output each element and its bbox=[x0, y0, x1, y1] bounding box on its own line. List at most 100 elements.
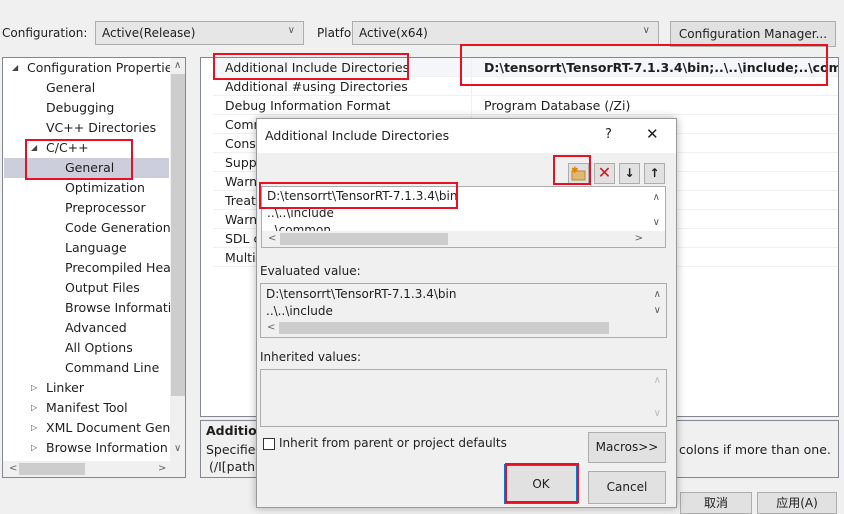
horizontal-scrollbar[interactable]: < > bbox=[3, 461, 185, 477]
property-value[interactable] bbox=[471, 77, 838, 96]
scroll-right-icon: > bbox=[634, 233, 643, 244]
property-value[interactable]: D:\tensorrt\TensorRT-7.1.3.4\bin;..\..\i… bbox=[471, 58, 838, 77]
chevron-down-icon: ∨ bbox=[287, 25, 295, 36]
tree-item[interactable]: Manifest Tool bbox=[46, 398, 128, 418]
tree-item[interactable]: Precompiled Headers bbox=[65, 258, 185, 278]
property-name: Additional Include Directories bbox=[225, 60, 410, 75]
collapsed-arrow-icon[interactable]: ▷ bbox=[31, 403, 37, 412]
tree-item[interactable]: Command Line bbox=[65, 358, 159, 378]
tree-item[interactable]: All Options bbox=[65, 338, 133, 358]
scroll-down-icon[interactable]: ∨ bbox=[174, 443, 181, 454]
inherit-checkbox-label[interactable]: Inherit from parent or project defaults bbox=[279, 436, 507, 450]
scroll-thumb[interactable] bbox=[171, 74, 185, 396]
scroll-up-icon[interactable]: ∧ bbox=[174, 60, 181, 71]
tree-item[interactable]: Configuration Properties bbox=[27, 58, 179, 78]
macros-button[interactable]: Macros>> bbox=[588, 432, 666, 463]
list-item[interactable]: ..\..\include bbox=[267, 206, 334, 220]
scroll-thumb[interactable] bbox=[279, 322, 609, 334]
inherited-box: ∧ ∨ bbox=[260, 369, 667, 427]
tree-item[interactable]: Linker bbox=[46, 378, 84, 398]
delete-x-icon: ✕ bbox=[597, 163, 612, 182]
scroll-left-icon: < bbox=[267, 322, 276, 333]
collapsed-arrow-icon[interactable]: ▷ bbox=[31, 443, 37, 452]
description-switch: (/I[path] bbox=[209, 459, 260, 474]
delete-line-button[interactable]: ✕ bbox=[594, 163, 615, 184]
property-name: Supp bbox=[225, 155, 257, 170]
dialog-title-bar: Additional Include Directories ? ✕ bbox=[257, 119, 676, 153]
property-row[interactable]: Additional Include Directories D:\tensorr… bbox=[213, 58, 838, 77]
list-item[interactable]: D:\tensorrt\TensorRT-7.1.3.4\bin bbox=[267, 189, 457, 203]
help-icon[interactable]: ? bbox=[605, 127, 612, 142]
property-name: Multi- bbox=[225, 250, 261, 265]
tree-item[interactable]: General bbox=[46, 78, 95, 98]
svg-text:✱: ✱ bbox=[571, 166, 579, 176]
evaluated-line: ..\..\include bbox=[266, 304, 333, 318]
scroll-down-icon[interactable]: ∨ bbox=[654, 305, 661, 316]
collapsed-arrow-icon[interactable]: ▷ bbox=[31, 423, 37, 432]
cancel-button[interactable]: Cancel bbox=[588, 471, 666, 504]
tree-item[interactable]: XML Document Generator bbox=[46, 418, 185, 438]
tree-item[interactable]: VC++ Directories bbox=[46, 118, 156, 138]
scroll-right-icon[interactable]: > bbox=[158, 463, 166, 474]
platform-value: Active(x64) bbox=[359, 26, 428, 40]
horizontal-scrollbar[interactable]: < > bbox=[262, 231, 665, 247]
property-row[interactable]: Debug Information Format Program Database… bbox=[213, 96, 838, 115]
property-name: Treat bbox=[225, 193, 256, 208]
tree-item[interactable]: Debugging bbox=[46, 98, 114, 118]
property-name: Additional #using Directories bbox=[225, 79, 408, 94]
evaluated-line: D:\tensorrt\TensorRT-7.1.3.4\bin bbox=[266, 287, 457, 301]
cancel-main-button[interactable]: 取消 bbox=[680, 492, 752, 514]
move-up-button[interactable]: ↑ bbox=[644, 163, 665, 184]
description-title: Additio bbox=[206, 423, 257, 438]
inherited-label: Inherited values: bbox=[260, 350, 361, 364]
tree-item[interactable]: Advanced bbox=[65, 318, 127, 338]
tree-item[interactable]: Browse Information bbox=[46, 438, 168, 458]
tree-item[interactable]: Optimization bbox=[65, 178, 145, 198]
scroll-thumb[interactable] bbox=[280, 233, 448, 245]
property-name: Warn bbox=[225, 212, 258, 227]
evaluated-label: Evaluated value: bbox=[260, 264, 361, 278]
ok-button[interactable]: OK bbox=[504, 464, 578, 504]
scroll-thumb[interactable] bbox=[19, 463, 85, 475]
scroll-down-icon[interactable]: ∨ bbox=[653, 217, 660, 228]
scroll-up-icon[interactable]: ∧ bbox=[654, 289, 661, 300]
property-value[interactable]: Program Database (/Zi) bbox=[471, 96, 838, 115]
tree-item[interactable]: Preprocessor bbox=[65, 198, 146, 218]
directories-list[interactable]: D:\tensorrt\TensorRT-7.1.3.4\bin ..\..\i… bbox=[261, 186, 666, 248]
configuration-label: Configuration: bbox=[2, 26, 88, 40]
tree-item[interactable]: Code Generation bbox=[65, 218, 171, 238]
new-line-button[interactable]: ✱ bbox=[568, 163, 589, 184]
scroll-up-icon[interactable]: ∧ bbox=[653, 192, 660, 203]
scroll-left-icon[interactable]: < bbox=[9, 463, 17, 474]
tree-item[interactable]: General bbox=[65, 158, 114, 178]
inherit-checkbox[interactable] bbox=[263, 438, 275, 450]
expanded-arrow-icon[interactable]: ◢ bbox=[12, 63, 18, 72]
description-text-end: colons if more than one. bbox=[679, 442, 831, 457]
property-name: Cons bbox=[225, 136, 256, 151]
arrow-down-icon: ↓ bbox=[624, 166, 635, 180]
vertical-scrollbar[interactable]: ∧ ∨ bbox=[170, 58, 185, 461]
expanded-arrow-icon[interactable]: ◢ bbox=[31, 143, 37, 152]
property-row[interactable]: Additional #using Directories bbox=[213, 77, 838, 96]
platform-select[interactable]: Active(x64) ∨ bbox=[352, 21, 659, 45]
tree-item[interactable]: Language bbox=[65, 238, 127, 258]
evaluated-box: D:\tensorrt\TensorRT-7.1.3.4\bin ..\..\i… bbox=[260, 283, 667, 338]
description-text: Specifies bbox=[206, 442, 262, 457]
close-icon[interactable]: ✕ bbox=[646, 125, 659, 143]
tree-item[interactable]: Browse Information bbox=[65, 298, 185, 318]
tree-item[interactable]: Output Files bbox=[65, 278, 140, 298]
move-down-button[interactable]: ↓ bbox=[619, 163, 640, 184]
scroll-up-icon: ∧ bbox=[653, 375, 661, 386]
scroll-left-icon: < bbox=[268, 233, 277, 244]
configuration-value: Active(Release) bbox=[102, 26, 196, 40]
apply-button[interactable]: 应用(A) bbox=[757, 492, 837, 514]
dialog-title: Additional Include Directories bbox=[265, 128, 450, 143]
configuration-select[interactable]: Active(Release) ∨ bbox=[95, 21, 304, 45]
configuration-manager-button[interactable]: Configuration Manager... bbox=[670, 21, 836, 47]
scroll-down-icon: ∨ bbox=[653, 408, 661, 419]
property-tree[interactable]: ◢ Configuration Properties General Debuggin… bbox=[2, 57, 186, 478]
property-name: Debug Information Format bbox=[225, 98, 391, 113]
horizontal-scrollbar[interactable]: < bbox=[261, 320, 666, 336]
tree-item[interactable]: C/C++ bbox=[46, 138, 89, 158]
collapsed-arrow-icon[interactable]: ▷ bbox=[31, 383, 37, 392]
